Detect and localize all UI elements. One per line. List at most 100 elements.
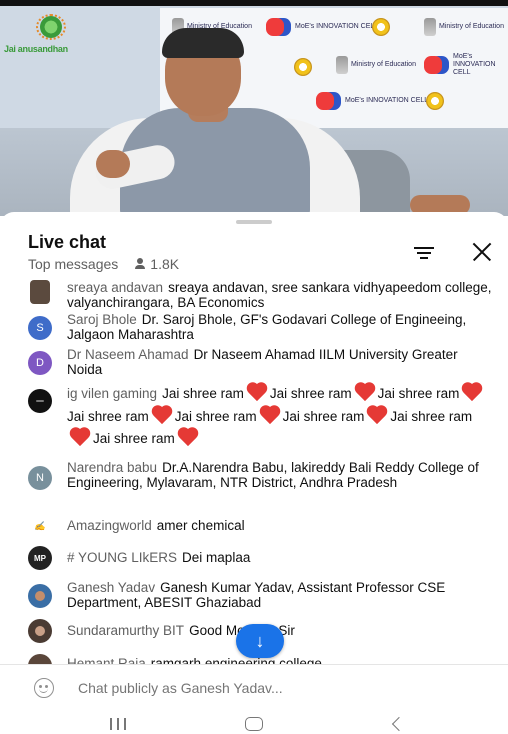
- aicte-logo-icon: [372, 18, 390, 36]
- aicte-logo-icon: [294, 58, 312, 76]
- scroll-to-bottom-button[interactable]: ↓: [236, 624, 284, 658]
- backdrop-logo: MoE's INNOVATION CELL: [266, 16, 378, 38]
- viewer-count-value: 1.8K: [150, 256, 180, 272]
- avatar[interactable]: [28, 584, 52, 608]
- message-author[interactable]: Ganesh Yadav: [67, 580, 155, 595]
- message-author[interactable]: sreaya andavan: [67, 280, 163, 295]
- heart-icon: [246, 383, 268, 401]
- heart-icon: [151, 406, 173, 424]
- aicte-logo-icon: [426, 92, 444, 110]
- back-icon[interactable]: [391, 716, 407, 732]
- avatar[interactable]: S: [28, 316, 52, 340]
- person-icon: [134, 258, 146, 270]
- message-author[interactable]: Narendra babu: [67, 460, 157, 475]
- message-body: Dr Naseem Ahamad Dr Naseem Ahamad IILM Un…: [67, 347, 492, 378]
- avatar[interactable]: N: [28, 466, 52, 490]
- chat-title: Live chat: [28, 232, 107, 252]
- avatar[interactable]: [30, 280, 50, 304]
- message-body: sreaya andavan sreaya andavan, sree sanka…: [67, 280, 492, 311]
- message-author[interactable]: # YOUNG LIkERS: [67, 550, 177, 565]
- backdrop-logo: [372, 16, 390, 38]
- arrow-down-icon: ↓: [255, 631, 265, 651]
- chat-mode-selector[interactable]: Top messages: [28, 256, 118, 272]
- message-author[interactable]: Sundaramurthy BIT: [67, 623, 184, 638]
- avatar-mark: [35, 626, 45, 636]
- heart-icon: [354, 383, 376, 401]
- avatar[interactable]: [28, 619, 52, 643]
- backdrop-logo-text: MoE's INNOVATION CELL: [453, 53, 496, 76]
- backdrop-logo: [294, 56, 312, 78]
- backdrop-logo: MoE's INNOVATION CELL: [316, 90, 428, 112]
- message-text: amer chemical: [156, 518, 245, 533]
- avatar-mark: [36, 400, 44, 402]
- message-text: Jai shree ram: [282, 408, 365, 424]
- heart-icon: [366, 406, 388, 424]
- backdrop-logo-text: Ministry of Education: [351, 61, 416, 68]
- bulb-icon: [40, 16, 62, 38]
- message-text: Jai shree ram: [162, 386, 244, 401]
- message-body: Narendra babu Dr.A.Narendra Babu, lakired…: [67, 460, 492, 491]
- message-author[interactable]: Hemant Raja: [67, 656, 146, 664]
- viewer-count: 1.8K: [134, 256, 179, 272]
- message-author[interactable]: Saroj Bhole: [67, 312, 137, 327]
- avatar[interactable]: ✍: [28, 514, 52, 538]
- avatar-mark: ✍: [34, 520, 46, 531]
- filter-icon[interactable]: [412, 244, 436, 262]
- avatar[interactable]: D: [28, 351, 52, 375]
- message-text: Jai shree ram: [93, 431, 175, 447]
- channel-logo: Jai anusandhan: [4, 14, 100, 60]
- message-text: Jai shree ram: [67, 408, 149, 424]
- message-author[interactable]: ig vilen gaming: [67, 386, 157, 401]
- brain-logo-icon: [424, 56, 442, 74]
- emblem-icon: [424, 18, 436, 36]
- chat-subheader: Top messages 1.8K: [28, 256, 179, 272]
- avatar[interactable]: MP: [28, 546, 52, 570]
- message-text: Jai shree ram: [269, 386, 352, 401]
- channel-logo-text: Jai anusandhan: [4, 44, 68, 54]
- backdrop-logo-text: MoE's INNOVATION CELL: [295, 23, 379, 30]
- message-body: Amazingworld amer chemical: [67, 518, 492, 533]
- chat-input[interactable]: [78, 677, 478, 699]
- backdrop-logo: MoE's INNOVATION CELL: [424, 53, 508, 76]
- heart-icon: [259, 406, 281, 424]
- drag-handle[interactable]: [236, 220, 272, 224]
- heart-icon: [69, 428, 91, 446]
- brain-logo-icon: [266, 18, 284, 36]
- backdrop-logo-text: Ministry of Education: [439, 23, 504, 30]
- home-icon[interactable]: [245, 717, 263, 731]
- recents-icon[interactable]: [108, 718, 128, 730]
- heart-icon: [177, 428, 199, 446]
- heart-icon: [461, 383, 483, 401]
- message-body: ig vilen gaming Jai shree ram Jai shree ra…: [67, 383, 492, 451]
- avatar[interactable]: [28, 654, 52, 664]
- live-chat-panel: Live chat Top messages 1.8K sreaya andav…: [0, 212, 508, 734]
- system-nav-bar: [0, 710, 508, 734]
- emoji-icon[interactable]: [34, 678, 54, 698]
- message-body: Ganesh Yadav Ganesh Kumar Yadav, Assistan…: [67, 580, 492, 611]
- backdrop-logo: [426, 90, 444, 112]
- brain-logo-icon: [316, 92, 334, 110]
- message-text: Dei maplaa: [182, 550, 251, 565]
- emblem-icon: [336, 56, 348, 74]
- backdrop-logo: Ministry of Education: [424, 16, 504, 38]
- message-author[interactable]: Dr Naseem Ahamad: [67, 347, 189, 362]
- status-bar-edge: [0, 0, 508, 6]
- avatar[interactable]: [28, 389, 52, 413]
- message-body: # YOUNG LIkERS Dei maplaa: [67, 550, 492, 565]
- speaker-hair: [162, 28, 244, 58]
- video-player[interactable]: Ministry of Education MoE's INNOVATION C…: [0, 0, 508, 216]
- speaker-hand: [96, 150, 130, 178]
- backdrop-logo-text: MoE's INNOVATION CELL: [345, 97, 429, 104]
- message-body: Saroj Bhole Dr. Saroj Bhole, GF's Godavar…: [67, 312, 492, 343]
- chat-input-bar: [0, 664, 508, 710]
- message-body: Hemant Raja ramgarh engineering college: [67, 656, 492, 664]
- chat-message-list[interactable]: sreaya andavan sreaya andavan, sree sanka…: [0, 280, 508, 664]
- message-text: ramgarh engineering college: [150, 656, 322, 664]
- message-author[interactable]: Amazingworld: [67, 518, 152, 533]
- message-text: Jai shree ram: [390, 408, 473, 424]
- backdrop-logo: Ministry of Education: [336, 54, 416, 76]
- message-text: Jai shree ram: [377, 386, 460, 401]
- close-icon[interactable]: [470, 240, 494, 264]
- message-text: Jai shree ram: [174, 408, 257, 424]
- avatar-mark: [35, 591, 45, 601]
